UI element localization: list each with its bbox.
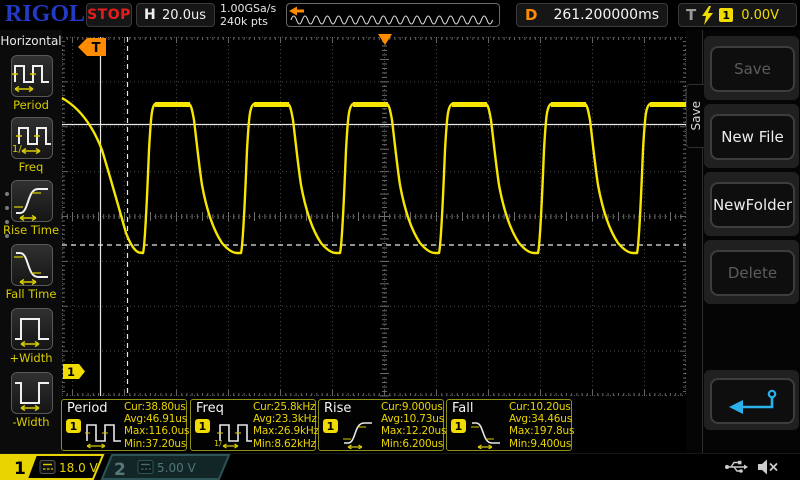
- rise-meas-icon: [342, 419, 382, 449]
- measurement-cur: Cur:38.80us: [124, 401, 189, 413]
- channel-tabs: 1 18.0 V 2 5.00 V: [0, 454, 240, 480]
- menu-tab-label: Save: [689, 101, 703, 130]
- measurement-cur: Cur:9.000us: [381, 401, 446, 413]
- measurement-channel-badge: 1: [323, 419, 338, 433]
- status-icons: [724, 457, 784, 479]
- measurement-max: Max:116.0us: [124, 425, 189, 437]
- channel2-tab[interactable]: 2 5.00 V: [102, 455, 229, 480]
- measurement-name: Freq: [196, 401, 224, 416]
- channel1-number: 1: [14, 459, 26, 479]
- channel1-ground-marker[interactable]: 1: [63, 364, 85, 379]
- menu-tab: Save: [686, 84, 704, 148]
- period-meas-icon: [85, 419, 125, 449]
- fall-meas-icon: [470, 419, 510, 449]
- measurement-fall[interactable]: Fall 1 Cur:10.20us Avg:34.46us Max:197.8…: [446, 399, 572, 451]
- trigger-point-flag[interactable]: T: [78, 38, 106, 56]
- measurement-cur: Cur:25.8kHz: [253, 401, 319, 413]
- svg-text:T: T: [92, 41, 101, 56]
- channel1-scale: 18.0 V: [59, 461, 99, 475]
- channel2-scale: 5.00 V: [157, 461, 197, 475]
- channel2-coupling-icon: [138, 461, 153, 474]
- channel2-number: 2: [114, 460, 126, 480]
- delete-button[interactable]: Delete: [710, 250, 795, 296]
- usb-icon: [725, 461, 748, 473]
- speaker-muted-icon: [758, 460, 777, 475]
- measurement-rise[interactable]: Rise 1 Cur:9.000us Avg:10.73us Max:12.20…: [318, 399, 444, 451]
- menu-slot: NewFolder: [704, 172, 799, 236]
- back-button[interactable]: [710, 378, 795, 424]
- channel-status-bar: 1 18.0 V 2 5.00 V: [0, 453, 800, 480]
- menu-slot: New File: [704, 104, 799, 168]
- measurement-max: Max:26.9kHz: [253, 425, 319, 437]
- save-menu-panel: Save Save New File NewFolder Delete: [686, 30, 800, 453]
- channel1-coupling-icon: [40, 461, 55, 474]
- return-arrow-icon: [725, 388, 781, 414]
- svg-text:1: 1: [67, 365, 75, 379]
- measurement-channel-badge: 1: [195, 419, 210, 433]
- measurement-avg: Avg:34.46us: [509, 413, 574, 425]
- new-file-button[interactable]: New File: [710, 114, 795, 160]
- measurement-avg: Avg:23.3kHz: [253, 413, 319, 425]
- measurement-min: Min:37.20us: [124, 438, 189, 450]
- measurement-max: Max:12.20us: [381, 425, 446, 437]
- menu-slot: Delete: [704, 240, 799, 304]
- save-button[interactable]: Save: [710, 46, 795, 92]
- measurement-name: Period: [67, 401, 108, 416]
- measurement-period[interactable]: Period 1 Cur:38.80us Avg:46.91us Max:116…: [61, 399, 187, 451]
- svg-text:1/: 1/: [214, 439, 222, 448]
- measurement-channel-badge: 1: [451, 419, 466, 433]
- measurement-name: Fall: [452, 401, 473, 416]
- measurement-min: Min:9.400us: [509, 438, 574, 450]
- freq-meas-icon: 1/: [214, 419, 254, 449]
- measurement-avg: Avg:46.91us: [124, 413, 189, 425]
- measurement-max: Max:197.8us: [509, 425, 574, 437]
- measurement-cur: Cur:10.20us: [509, 401, 574, 413]
- menu-slot: [704, 370, 799, 430]
- measurement-min: Min:6.200us: [381, 438, 446, 450]
- menu-slot: Save: [704, 36, 799, 100]
- measurement-name: Rise: [324, 401, 351, 416]
- measurement-min: Min:8.62kHz: [253, 438, 319, 450]
- measurement-channel-badge: 1: [66, 419, 81, 433]
- measurement-avg: Avg:10.73us: [381, 413, 446, 425]
- measurement-freq[interactable]: Freq 1 1/ Cur:25.8kHz Avg:23.3kHz Max:26…: [190, 399, 316, 451]
- oscilloscope-screen: RIGOL STOP H 20.0us 1.00GSa/s 240k pts D…: [0, 0, 800, 480]
- channel1-tab[interactable]: 1 18.0 V: [1, 455, 103, 479]
- new-folder-button[interactable]: NewFolder: [710, 182, 795, 228]
- graticule-grid: [62, 37, 686, 396]
